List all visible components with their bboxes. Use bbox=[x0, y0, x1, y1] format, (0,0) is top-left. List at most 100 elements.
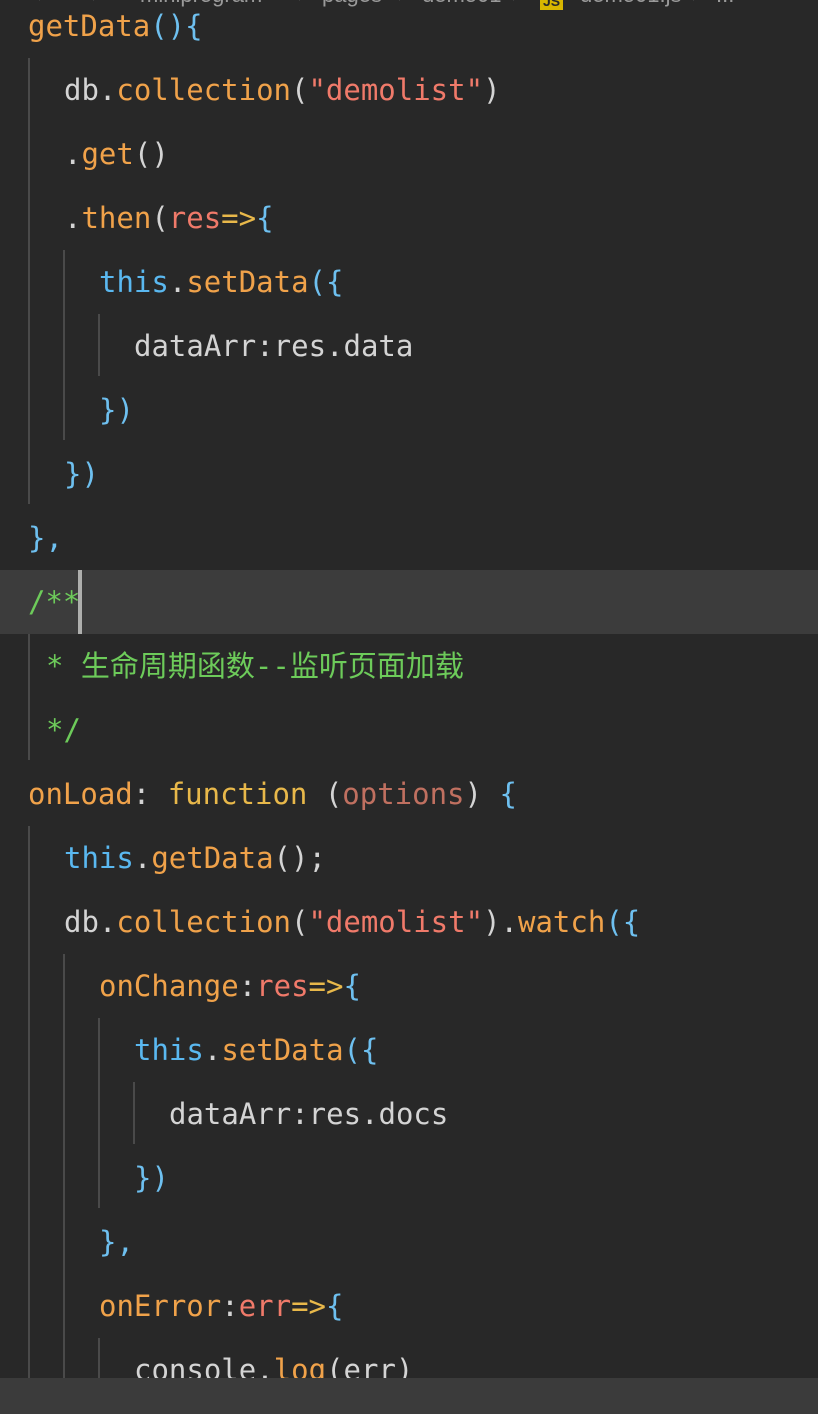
code-token: }, bbox=[28, 521, 63, 555]
code-text: dataArr:res.docs bbox=[169, 1082, 448, 1146]
code-text: db.collection("demolist") bbox=[64, 58, 501, 122]
code-token: onChange bbox=[99, 969, 239, 1003]
code-token: getData bbox=[28, 9, 151, 43]
breadcrumb-item-pages[interactable]: pages bbox=[322, 0, 382, 8]
code-text: .then(res=>{ bbox=[64, 186, 274, 250]
breadcrumb-separator: > bbox=[92, 0, 105, 8]
breadcrumb-separator: > bbox=[512, 0, 525, 8]
code-text: /** bbox=[28, 570, 80, 634]
code-token: db. bbox=[64, 905, 117, 939]
code-text: }, bbox=[28, 506, 63, 570]
code-token: (); bbox=[273, 841, 326, 875]
code-token: err bbox=[238, 1289, 292, 1323]
code-token: ( bbox=[291, 73, 309, 107]
code-token: => bbox=[221, 201, 257, 235]
code-token: (){ bbox=[150, 9, 203, 43]
code-line[interactable]: onLoad: function (options) { bbox=[0, 762, 818, 826]
code-token: this bbox=[64, 841, 134, 875]
code-text: onLoad: function (options) { bbox=[28, 762, 517, 826]
code-token: ) bbox=[464, 777, 500, 811]
code-token: watch bbox=[518, 905, 606, 939]
code-text: .get() bbox=[64, 122, 169, 186]
code-token: db. bbox=[64, 73, 117, 107]
code-token: /** bbox=[28, 585, 81, 619]
code-token: }) bbox=[99, 393, 134, 427]
code-token: ). bbox=[483, 905, 518, 939]
code-token: . bbox=[133, 841, 152, 875]
code-text: }) bbox=[64, 442, 99, 506]
code-token: { bbox=[343, 969, 361, 1003]
code-text: }, bbox=[99, 1210, 134, 1274]
code-token: collection bbox=[116, 905, 291, 939]
code-line[interactable]: .get() bbox=[0, 122, 818, 186]
code-text: * 生命周期函数--监听页面加载 bbox=[46, 634, 464, 698]
code-token: "demolist" bbox=[308, 73, 484, 107]
code-token: : bbox=[132, 777, 168, 811]
code-token: ( bbox=[291, 905, 309, 939]
code-text: db.collection("demolist").watch({ bbox=[64, 890, 640, 954]
code-line[interactable]: }) bbox=[0, 442, 818, 506]
code-token: . bbox=[168, 265, 187, 299]
code-line[interactable]: onChange:res=>{ bbox=[0, 954, 818, 1018]
breadcrumb: < > miniprogram > pages > demo01 > JS de… bbox=[0, 0, 818, 12]
text-cursor bbox=[78, 570, 82, 634]
code-line[interactable]: * 生命周期函数--监听页面加载 bbox=[0, 634, 818, 698]
code-token: . bbox=[64, 137, 82, 171]
code-text: }) bbox=[134, 1146, 169, 1210]
code-token: get bbox=[81, 137, 134, 171]
code-text: dataArr:res.data bbox=[134, 314, 413, 378]
code-line[interactable]: db.collection("demolist") bbox=[0, 58, 818, 122]
breadcrumb-separator: > bbox=[398, 0, 411, 8]
code-token: options bbox=[342, 777, 465, 811]
code-line[interactable]: this.setData({ bbox=[0, 1018, 818, 1082]
code-token: setData bbox=[186, 265, 309, 299]
code-token: function bbox=[167, 777, 308, 811]
code-line[interactable]: /** bbox=[0, 570, 818, 634]
js-file-icon: JS bbox=[540, 0, 564, 10]
code-line[interactable]: this.setData({ bbox=[0, 250, 818, 314]
code-text: this.getData(); bbox=[64, 826, 326, 890]
code-token: ({ bbox=[343, 1033, 379, 1067]
code-line[interactable]: }) bbox=[0, 1146, 818, 1210]
code-line[interactable]: }, bbox=[0, 506, 818, 570]
code-line[interactable]: }) bbox=[0, 378, 818, 442]
code-token: : bbox=[221, 1289, 239, 1323]
code-line[interactable]: .then(res=>{ bbox=[0, 186, 818, 250]
code-token: setData bbox=[221, 1033, 344, 1067]
horizontal-scrollbar[interactable] bbox=[0, 1378, 818, 1414]
code-text: this.setData({ bbox=[99, 250, 343, 314]
breadcrumb-separator: > bbox=[298, 0, 311, 8]
code-editor[interactable]: < > miniprogram > pages > demo01 > JS de… bbox=[0, 0, 818, 1414]
code-text: */ bbox=[46, 698, 81, 762]
code-token: }, bbox=[99, 1225, 134, 1259]
code-token: dataArr:res.docs bbox=[169, 1097, 449, 1131]
breadcrumb-item-file[interactable]: demo01.js bbox=[580, 0, 682, 8]
code-token: ( bbox=[307, 777, 343, 811]
code-token: this bbox=[134, 1033, 204, 1067]
back-icon[interactable]: < bbox=[28, 0, 41, 8]
code-token: res bbox=[256, 969, 309, 1003]
code-token: this bbox=[99, 265, 169, 299]
code-token: => bbox=[308, 969, 344, 1003]
code-line[interactable]: onError:err=>{ bbox=[0, 1274, 818, 1338]
breadcrumb-more[interactable]: ... bbox=[716, 0, 734, 8]
code-token: }) bbox=[64, 457, 99, 491]
code-line[interactable]: */ bbox=[0, 698, 818, 762]
breadcrumb-item-miniprogram[interactable]: miniprogram bbox=[140, 0, 262, 8]
breadcrumb-item-demo01[interactable]: demo01 bbox=[422, 0, 502, 8]
code-text: this.setData({ bbox=[134, 1018, 378, 1082]
code-line[interactable]: }, bbox=[0, 1210, 818, 1274]
code-line[interactable]: this.getData(); bbox=[0, 826, 818, 890]
code-line[interactable]: dataArr:res.data bbox=[0, 314, 818, 378]
code-token: then bbox=[81, 201, 152, 235]
code-line[interactable]: db.collection("demolist").watch({ bbox=[0, 890, 818, 954]
code-token: ) bbox=[483, 73, 501, 107]
code-text: onError:err=>{ bbox=[99, 1274, 343, 1338]
code-token: ( bbox=[151, 201, 169, 235]
code-token: . bbox=[203, 1033, 222, 1067]
code-token: ({ bbox=[308, 265, 344, 299]
code-line[interactable]: dataArr:res.docs bbox=[0, 1082, 818, 1146]
code-token: */ bbox=[46, 713, 81, 747]
code-token: res bbox=[168, 201, 222, 235]
code-token: }) bbox=[134, 1161, 169, 1195]
